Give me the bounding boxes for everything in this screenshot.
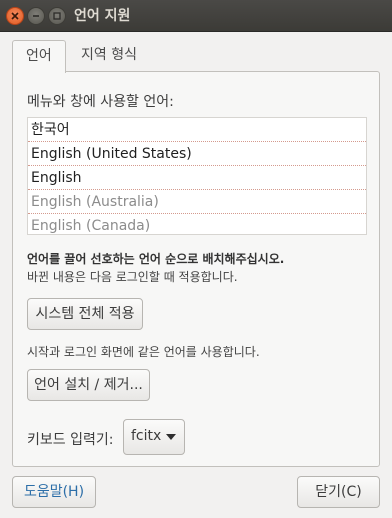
minimize-icon	[33, 15, 39, 17]
language-row[interactable]: English (United States)	[28, 142, 366, 166]
window-close-button[interactable]	[6, 7, 24, 25]
install-remove-languages-button[interactable]: 언어 설치 / 제거...	[27, 369, 150, 401]
tab-language[interactable]: 언어	[12, 40, 66, 73]
language-list-label: 메뉴와 창에 사용할 언어:	[27, 94, 174, 110]
window-title: 언어 지원	[74, 8, 131, 24]
language-panel: 메뉴와 창에 사용할 언어: 한국어 English (United State…	[12, 71, 380, 467]
login-screen-hint: 시작과 로그인 화면에 같은 언어를 사용합니다.	[27, 345, 260, 359]
window-maximize-button[interactable]	[48, 7, 66, 25]
keyboard-input-label: 키보드 입력기:	[27, 432, 114, 448]
language-row[interactable]: English	[28, 166, 366, 190]
keyboard-input-value: fcitx	[131, 428, 162, 444]
next-login-hint: 바뀐 내용은 다음 로그인할 때 적용합니다.	[27, 270, 238, 284]
help-button[interactable]: 도움말(H)	[12, 476, 96, 508]
maximize-icon	[53, 12, 61, 20]
tab-regional-formats[interactable]: 지역 형식	[68, 40, 150, 72]
language-row[interactable]: English (Australia)	[28, 190, 366, 214]
apply-system-wide-button[interactable]: 시스템 전체 적용	[27, 298, 143, 330]
close-icon	[11, 12, 19, 20]
title-bar: 언어 지원	[0, 0, 392, 32]
drag-order-hint: 언어를 끌어 선호하는 언어 순으로 배치해주십시오.	[27, 252, 285, 266]
language-list[interactable]: 한국어 English (United States) English Engl…	[27, 117, 367, 235]
keyboard-input-combo[interactable]: fcitx	[123, 419, 185, 455]
dropdown-arrow-icon	[166, 434, 176, 440]
language-row[interactable]: English (Canada)	[28, 214, 366, 234]
close-button[interactable]: 닫기(C)	[297, 476, 380, 508]
window-minimize-button[interactable]	[27, 7, 45, 25]
language-row[interactable]: 한국어	[28, 118, 366, 142]
